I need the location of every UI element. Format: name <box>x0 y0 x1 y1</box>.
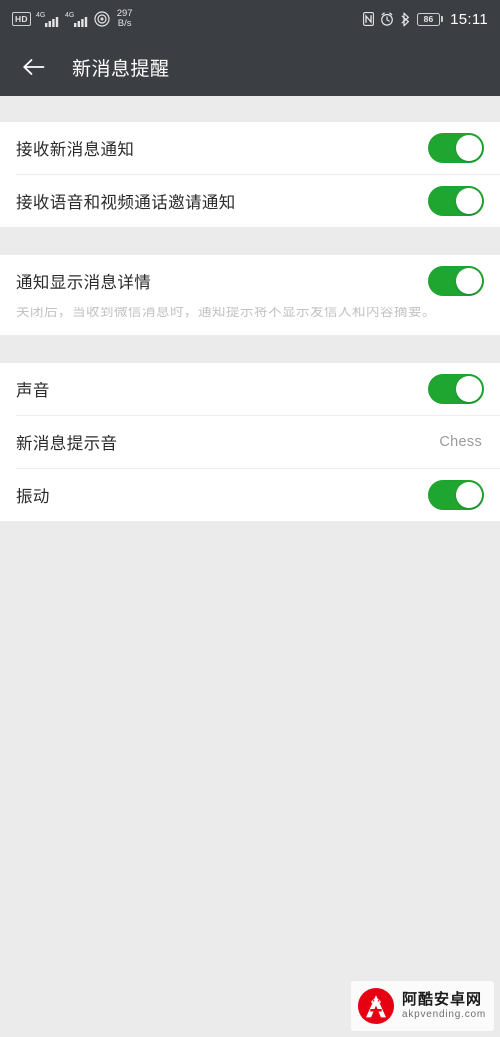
toggle-knob <box>456 188 482 214</box>
row-label: 振动 <box>16 488 50 506</box>
svg-text:4G: 4G <box>65 12 74 19</box>
setting-row-receive-new-message-notification[interactable]: 接收新消息通知 <box>0 122 500 174</box>
settings-group-message-detail: 通知显示消息详情 关闭后，当收到微信消息时，通知提示将不显示发信人和内容摘要。 <box>0 255 500 335</box>
empty-area <box>0 521 500 1037</box>
settings-group-notifications: 接收新消息通知 接收语音和视频通话邀请通知 <box>0 122 500 227</box>
wifi-radar-icon <box>94 11 110 27</box>
new-message-tone-value: Chess <box>439 434 482 450</box>
site-watermark: 阿酷安卓网 akpvending.com <box>350 981 494 1031</box>
toggle-sound[interactable] <box>428 374 484 404</box>
row-label: 声音 <box>16 382 50 400</box>
setting-row-sound[interactable]: 声音 <box>0 363 500 415</box>
battery-icon: 86 <box>417 12 444 26</box>
setting-row-receive-voice-video-call-invite-notification[interactable]: 接收语音和视频通话邀请通知 <box>0 175 500 227</box>
settings-group-sound-vibration: 声音 新消息提示音 Chess 振动 <box>0 363 500 521</box>
section-gap <box>0 227 500 255</box>
toggle-knob <box>456 268 482 294</box>
watermark-text: 阿酷安卓网 akpvending.com <box>402 991 486 1021</box>
battery-tip <box>441 16 444 22</box>
setting-row-vibration[interactable]: 振动 <box>0 469 500 521</box>
android-a-logo-icon <box>357 987 395 1025</box>
row-label: 接收新消息通知 <box>16 141 135 159</box>
watermark-site-url: akpvending.com <box>401 1009 486 1020</box>
toggle-show-message-detail-in-notification[interactable] <box>428 266 484 296</box>
status-bar: HD 4G 4G 297 B/s 86 15:11 <box>0 0 500 38</box>
section-gap <box>0 335 500 363</box>
setting-row-new-message-tone[interactable]: 新消息提示音 Chess <box>0 416 500 468</box>
toggle-vibration[interactable] <box>428 480 484 510</box>
status-bar-right: 86 15:11 <box>363 11 488 28</box>
toggle-knob <box>456 135 482 161</box>
page-title: 新消息提醒 <box>72 58 170 80</box>
toggle-receive-voice-video-call-invite-notification[interactable] <box>428 186 484 216</box>
sim2-signal-icon: 4G <box>65 10 89 28</box>
toggle-receive-new-message-notification[interactable] <box>428 133 484 163</box>
row-label: 接收语音和视频通话邀请通知 <box>16 194 236 212</box>
network-speed-unit: B/s <box>117 18 132 29</box>
watermark-site-name: 阿酷安卓网 <box>401 991 482 1008</box>
status-bar-clock: 15:11 <box>450 10 488 28</box>
alarm-clock-icon <box>380 12 394 26</box>
row-label: 通知显示消息详情 <box>16 274 152 292</box>
back-button[interactable] <box>14 47 54 87</box>
bluetooth-icon <box>400 12 411 27</box>
network-speed: 297 B/s <box>117 9 133 29</box>
row-label: 新消息提示音 <box>16 435 118 453</box>
app-header: 新消息提醒 <box>0 38 500 96</box>
toggle-knob <box>456 482 482 508</box>
sim1-signal-icon: 4G <box>36 10 60 28</box>
battery-level: 86 <box>417 12 441 26</box>
hd-volte-icon: HD <box>12 12 31 26</box>
nfc-icon <box>363 12 375 26</box>
svg-text:4G: 4G <box>36 12 45 19</box>
section-gap <box>0 96 500 122</box>
status-bar-left: HD 4G 4G 297 B/s <box>12 9 133 29</box>
setting-row-show-message-detail-in-notification[interactable]: 通知显示消息详情 <box>0 255 500 307</box>
back-arrow-icon <box>23 59 45 75</box>
toggle-knob <box>456 376 482 402</box>
phone-screen: HD 4G 4G 297 B/s 86 15:11 新消息提醒 接收新消息通知 … <box>0 0 500 1037</box>
setting-description: 关闭后，当收到微信消息时，通知提示将不显示发信人和内容摘要。 <box>16 304 436 319</box>
